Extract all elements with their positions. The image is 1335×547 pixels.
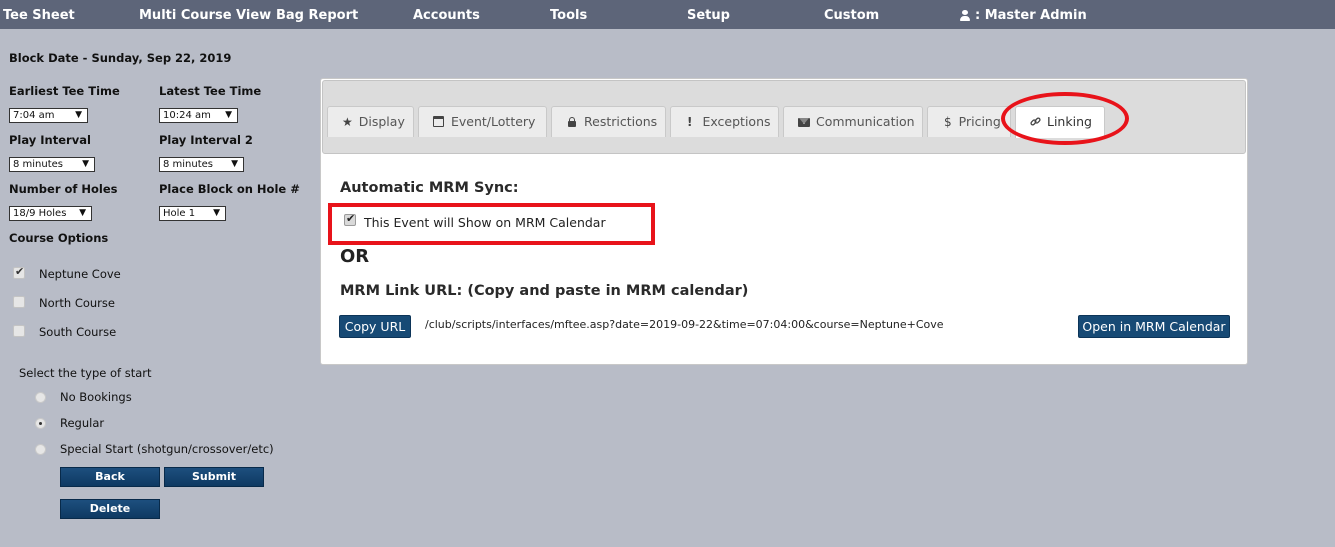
course-options-label: Course Options (9, 231, 109, 245)
earliest-tee-time-value: 7:04 am (13, 110, 55, 121)
nav-multi-course-view[interactable]: Multi Course View (139, 0, 271, 29)
place-block-value: Hole 1 (163, 208, 196, 219)
course-label-south-course: South Course (39, 325, 117, 339)
tab-communication[interactable]: Communication (783, 106, 923, 137)
nav-custom[interactable]: Custom (824, 0, 879, 29)
course-checkbox-neptune-cove[interactable]: ✔ (13, 265, 25, 279)
nav-user-menu[interactable]: : Master Admin (960, 0, 1087, 29)
start-type-label-no-bookings: No Bookings (60, 390, 132, 404)
lock-icon (568, 117, 576, 127)
latest-tee-time-select[interactable]: 10:24 am ▼ (159, 108, 238, 123)
course-label-north-course: North Course (39, 296, 115, 310)
course-checkbox-north-course[interactable] (13, 296, 25, 308)
envelope-icon (798, 118, 810, 127)
tab-display-label: Display (358, 114, 405, 129)
copy-url-button[interactable]: Copy URL (339, 315, 411, 338)
start-type-label: Select the type of start (19, 366, 152, 380)
delete-button[interactable]: Delete (60, 499, 160, 519)
course-label-neptune-cove: Neptune Cove (39, 267, 121, 281)
or-divider-text: OR (340, 246, 370, 267)
tab-event-lottery[interactable]: Event/Lottery (418, 106, 547, 137)
play-interval-2-value: 8 minutes (163, 159, 214, 170)
block-date: Block Date - Sunday, Sep 22, 2019 (9, 51, 232, 65)
latest-tee-time-value: 10:24 am (163, 110, 211, 121)
tab-exceptions-label: Exceptions (702, 114, 771, 129)
tab-display[interactable]: ★ Display (327, 106, 414, 137)
dropdown-caret-icon: ▼ (79, 208, 86, 218)
earliest-tee-time-label: Earliest Tee Time (9, 84, 120, 98)
nav-bag-report[interactable]: Bag Report (276, 0, 358, 29)
tab-communication-label: Communication (816, 114, 915, 129)
link-url-title: MRM Link URL: (Copy and paste in MRM cal… (340, 283, 749, 299)
dropdown-caret-icon: ▼ (82, 159, 89, 169)
dropdown-caret-icon: ▼ (225, 110, 232, 120)
star-icon: ★ (342, 115, 353, 129)
play-interval-2-label: Play Interval 2 (159, 133, 253, 147)
start-type-label-regular: Regular (60, 416, 105, 430)
start-type-radio-regular[interactable] (35, 418, 46, 429)
calendar-icon (433, 116, 444, 127)
nav-accounts[interactable]: Accounts (413, 0, 480, 29)
play-interval-value: 8 minutes (13, 159, 64, 170)
dollar-icon: $ (944, 115, 952, 129)
open-in-mrm-calendar-button[interactable]: Open in MRM Calendar (1078, 315, 1230, 338)
place-block-label: Place Block on Hole # (159, 182, 300, 196)
checkmark-icon: ✔ (15, 265, 25, 278)
start-type-label-special-start: Special Start (shotgun/crossover/etc) (60, 442, 274, 456)
dropdown-caret-icon: ▼ (213, 208, 220, 218)
nav-setup[interactable]: Setup (687, 0, 730, 29)
latest-tee-time-label: Latest Tee Time (159, 84, 262, 98)
tab-restrictions-label: Restrictions (584, 114, 658, 129)
exclamation-icon: ! (687, 115, 693, 129)
tab-pricing-label: Pricing (958, 114, 1001, 129)
top-nav: Tee Sheet Multi Course View Bag Report A… (0, 0, 1335, 29)
dropdown-caret-icon: ▼ (231, 159, 238, 169)
play-interval-2-select[interactable]: 8 minutes ▼ (159, 157, 244, 172)
radio-selected-dot (39, 422, 42, 425)
tab-exceptions[interactable]: ! Exceptions (670, 106, 779, 137)
dropdown-caret-icon: ▼ (75, 110, 82, 120)
tab-event-lottery-label: Event/Lottery (451, 114, 536, 129)
start-type-radio-no-bookings[interactable] (35, 392, 46, 403)
auto-sync-title: Automatic MRM Sync: (340, 180, 519, 196)
back-button[interactable]: Back (60, 467, 160, 487)
earliest-tee-time-select[interactable]: 7:04 am ▼ (9, 108, 88, 123)
number-of-holes-label: Number of Holes (9, 182, 118, 196)
nav-user-label: : Master Admin (975, 8, 1087, 23)
place-block-select[interactable]: Hole 1 ▼ (159, 206, 226, 221)
tab-restrictions[interactable]: Restrictions (551, 106, 666, 137)
start-type-radio-special-start[interactable] (35, 444, 46, 455)
nav-tee-sheet[interactable]: Tee Sheet (3, 0, 75, 29)
calendar-checkbox-highlight-box (328, 203, 655, 245)
play-interval-label: Play Interval (9, 133, 91, 147)
user-icon (960, 10, 970, 21)
submit-button[interactable]: Submit (164, 467, 264, 487)
linking-tab-highlight-ellipse (1001, 92, 1129, 145)
play-interval-select[interactable]: 8 minutes ▼ (9, 157, 95, 172)
course-checkbox-south-course[interactable] (13, 325, 25, 337)
number-of-holes-select[interactable]: 18/9 Holes ▼ (9, 206, 92, 221)
tab-pricing[interactable]: $ Pricing (927, 106, 1011, 137)
mrm-link-url: /club/scripts/interfaces/mftee.asp?date=… (425, 318, 944, 331)
nav-tools[interactable]: Tools (550, 0, 587, 29)
number-of-holes-value: 18/9 Holes (13, 208, 67, 219)
